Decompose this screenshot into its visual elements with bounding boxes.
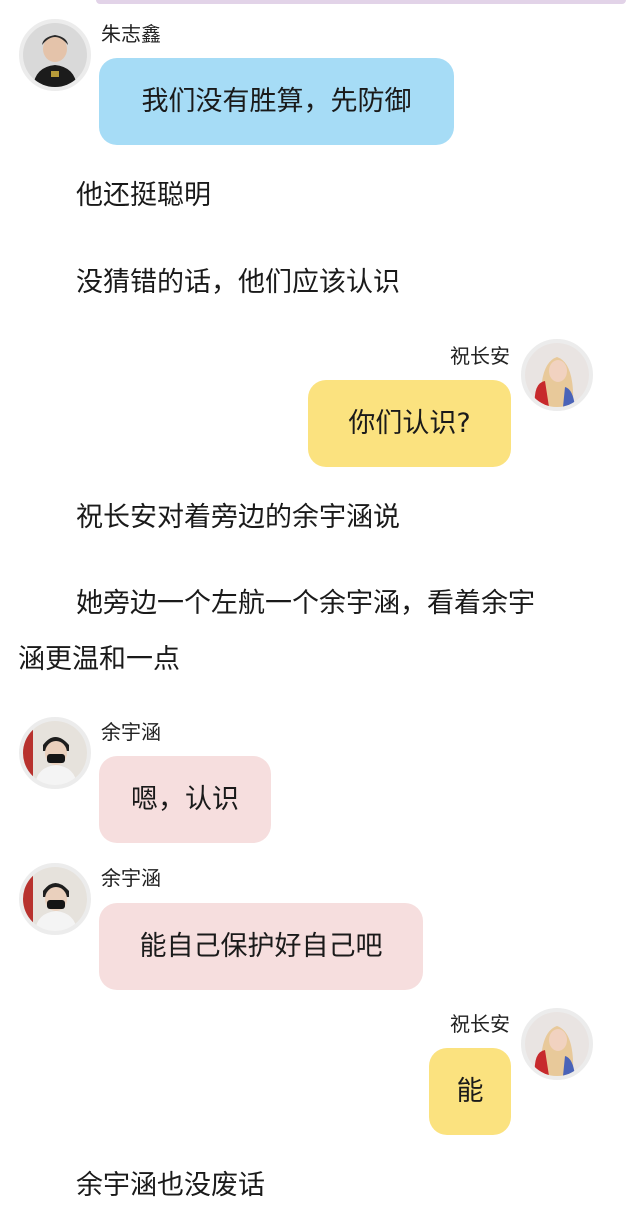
narration-text: 她旁边一个左航一个余宇涵，看着余宇 <box>76 588 535 619</box>
speaker-name: 祝长安 <box>450 344 510 368</box>
avatar-zhu-changan[interactable] <box>521 339 593 411</box>
masked-boy-avatar-icon <box>23 721 87 785</box>
top-divider <box>96 0 626 4</box>
speaker-name: 朱志鑫 <box>101 22 161 46</box>
message-bubble[interactable]: 我们没有胜算，先防御 <box>99 58 454 145</box>
girl-avatar-icon <box>525 343 589 407</box>
message-bubble[interactable]: 能 <box>429 1048 511 1135</box>
narration-text: 余宇涵也没废话 <box>76 1170 265 1201</box>
avatar-yu-yuhan[interactable] <box>19 863 91 935</box>
speaker-name: 祝长安 <box>450 1012 510 1036</box>
message-bubble[interactable]: 能自己保护好自己吧 <box>99 903 423 990</box>
narration-text: 他还挺聪明 <box>76 180 211 211</box>
narration-text: 涵更温和一点 <box>18 644 180 675</box>
message-bubble[interactable]: 嗯，认识 <box>99 756 271 843</box>
avatar-zhu-changan[interactable] <box>521 1008 593 1080</box>
speaker-name: 余宇涵 <box>101 866 161 890</box>
avatar-yu-yuhan[interactable] <box>19 717 91 789</box>
boy-avatar-icon <box>23 23 87 87</box>
avatar-zhu-zhixin[interactable] <box>19 19 91 91</box>
speaker-name: 余宇涵 <box>101 720 161 744</box>
girl-avatar-icon <box>525 1012 589 1076</box>
narration-text: 没猜错的话，他们应该认识 <box>76 267 400 298</box>
masked-boy-avatar-icon <box>23 867 87 931</box>
message-bubble[interactable]: 你们认识? <box>308 380 511 467</box>
narration-text: 祝长安对着旁边的余宇涵说 <box>76 502 400 533</box>
